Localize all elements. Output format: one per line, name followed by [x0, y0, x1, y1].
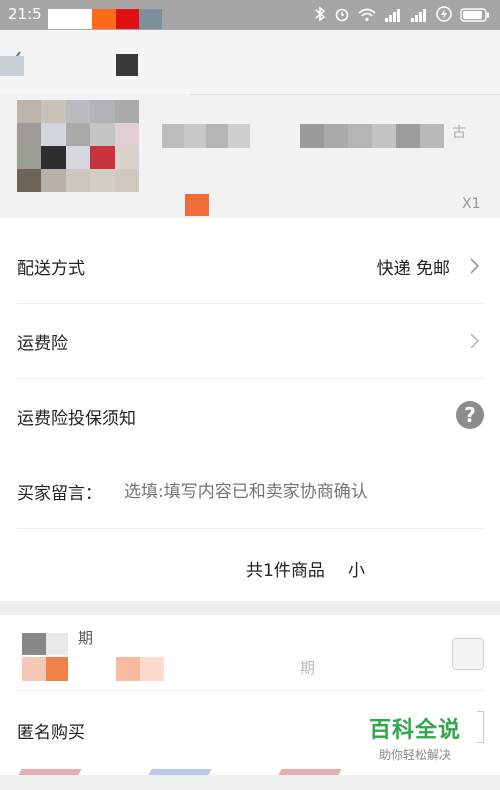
option-checkbox[interactable] — [452, 638, 484, 670]
subtotal-fragment: 小 — [348, 561, 365, 581]
chevron-right-icon — [468, 333, 480, 349]
anonymous-purchase-toggle[interactable] — [477, 711, 484, 743]
insurance-notice-row: 运费险投保须知 ? — [17, 378, 484, 453]
product-title-fragment: 古 — [452, 125, 466, 141]
battery-icon — [460, 7, 490, 26]
shipping-insurance-row[interactable]: 运费险 — [17, 303, 484, 379]
blur-block — [22, 633, 46, 655]
blur-block — [46, 657, 68, 681]
insurance-notice-label: 运费险投保须知 — [17, 409, 136, 429]
shipping-insurance-label: 运费险 — [17, 334, 68, 354]
alarm-icon — [334, 6, 350, 26]
product-price-blur — [185, 194, 209, 216]
buyer-message-label: 买家留言： — [17, 484, 102, 504]
section-separator — [0, 601, 500, 615]
status-blur-1 — [48, 9, 92, 29]
page-header — [0, 30, 500, 94]
order-options-card: 配送方式 快递 免邮 运费险 运费险投保须知 ? 买家留言： 共1件商品 小 — [0, 218, 500, 601]
product-thumbnail[interactable] — [17, 100, 139, 192]
wifi-icon — [358, 7, 376, 26]
product-title-blur — [162, 124, 250, 148]
product-quantity-fragment: X1 — [462, 196, 481, 212]
secondary-fragment-a: 期 — [78, 629, 94, 647]
status-blur-4 — [139, 9, 162, 29]
product-spec-blur — [300, 124, 444, 148]
bottom-envelope-stripe — [0, 769, 500, 790]
divider — [17, 690, 484, 691]
delivery-value: 快递 免邮 — [376, 259, 450, 279]
delivery-label: 配送方式 — [17, 259, 85, 279]
signal-icon-2 — [410, 7, 428, 26]
header-title-blur — [116, 54, 138, 76]
header-blur — [0, 56, 24, 76]
delivery-row[interactable]: 配送方式 快递 免邮 — [17, 228, 484, 304]
bluetooth-icon — [314, 6, 326, 26]
help-question-icon[interactable]: ? — [456, 401, 484, 429]
watermark-subtitle: 助你轻松解决 — [378, 748, 451, 762]
stripe-segment — [278, 769, 342, 775]
charging-icon — [436, 6, 452, 26]
buyer-message-input[interactable] — [122, 477, 486, 507]
chevron-right-icon — [468, 258, 480, 274]
blur-block — [46, 633, 68, 655]
blur-block — [22, 657, 46, 681]
blur-block — [116, 657, 140, 681]
stripe-segment — [18, 769, 82, 775]
status-blur-3 — [116, 9, 139, 29]
watermark-title: 百科全说 — [368, 718, 461, 743]
watermark-logo: 百科全说 助你轻松解决 — [365, 712, 465, 763]
blur-block — [140, 657, 164, 681]
secondary-fragment-b: 期 — [300, 659, 316, 677]
stripe-segment — [148, 769, 212, 775]
product-divider — [190, 94, 500, 95]
buyer-message-row: 买家留言： — [17, 453, 486, 529]
order-total-row: 共1件商品 小 — [0, 538, 500, 601]
item-count-text: 共1件商品 — [246, 561, 325, 581]
status-icons — [314, 6, 490, 26]
product-section[interactable]: 古 X1 — [0, 94, 500, 218]
status-time: 21:5 — [8, 5, 42, 23]
anonymous-purchase-label: 匿名购买 — [17, 723, 85, 743]
status-bar: 21:5 — [0, 0, 500, 30]
status-blur-2 — [92, 9, 116, 29]
signal-icon-1 — [384, 7, 402, 26]
